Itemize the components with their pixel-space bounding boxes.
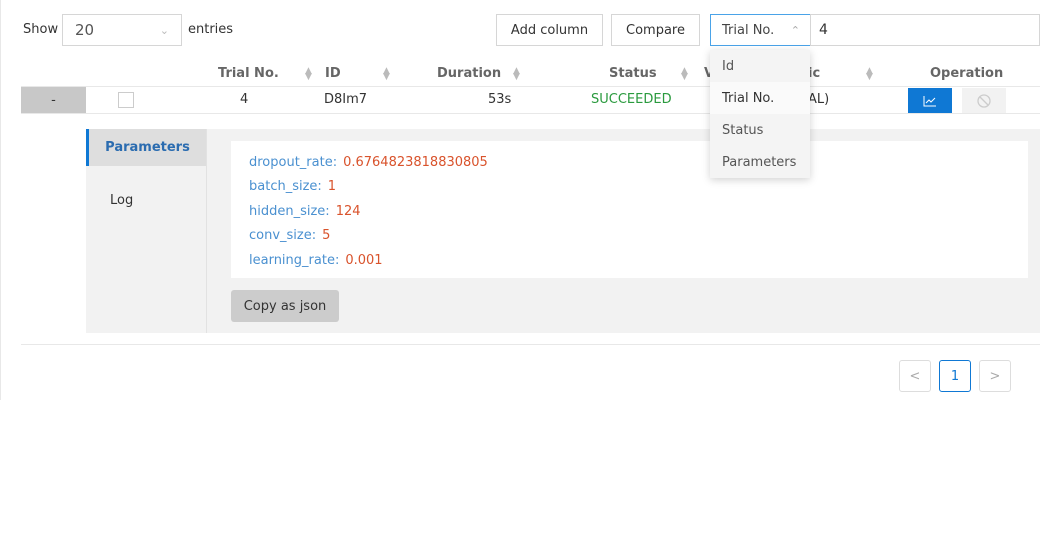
entries-label: entries xyxy=(188,22,234,37)
col-id[interactable]: ID xyxy=(325,66,341,81)
parameter-value: 0.6764823818830805 xyxy=(343,154,488,170)
parameter-value: 1 xyxy=(327,179,337,195)
parameter-row: learning_rate: 0.001 xyxy=(249,248,1028,273)
left-border xyxy=(0,0,1,400)
parameter-key: hidden_size: xyxy=(249,203,330,219)
menu-item-parameters[interactable]: Parameters xyxy=(710,146,810,178)
prev-page-button[interactable]: < xyxy=(899,360,931,392)
parameter-row: batch_size: 1 xyxy=(249,175,1028,200)
search-input-value: 4 xyxy=(819,22,828,38)
expand-toggle[interactable]: - xyxy=(21,87,86,113)
entries-value: 20 xyxy=(75,21,95,39)
sort-icon[interactable]: ▲ ▼ xyxy=(513,67,520,82)
sort-icon[interactable]: ▲ ▼ xyxy=(866,67,873,82)
search-field-menu: Id Trial No. Status Parameters xyxy=(710,50,810,178)
divider xyxy=(206,129,207,333)
parameter-key: dropout_rate: xyxy=(249,154,338,170)
add-column-button[interactable]: Add column xyxy=(496,14,603,46)
parameter-key: batch_size: xyxy=(249,179,322,195)
cell-trial-no: 4 xyxy=(240,92,249,107)
entries-select[interactable]: 20 ⌄ xyxy=(62,14,182,46)
kill-button[interactable] xyxy=(962,88,1006,113)
divider xyxy=(21,344,1040,345)
ban-icon xyxy=(977,93,991,108)
parameter-row: dropout_rate: 0.6764823818830805 xyxy=(249,150,1028,175)
show-label: Show xyxy=(23,22,59,37)
parameter-row: conv_size: 5 xyxy=(249,224,1028,249)
chevron-up-icon: ⌃ xyxy=(790,23,800,37)
page-1-button[interactable]: 1 xyxy=(939,360,971,392)
sort-icon[interactable]: ▲ ▼ xyxy=(305,67,312,82)
cell-duration: 53s xyxy=(488,92,512,107)
row-checkbox[interactable] xyxy=(118,92,134,108)
parameter-value: 5 xyxy=(322,228,331,244)
parameter-value: 124 xyxy=(335,203,361,219)
chart-button[interactable] xyxy=(908,88,952,113)
parameter-key: conv_size: xyxy=(249,228,317,244)
parameter-row: hidden_size: 124 xyxy=(249,199,1028,224)
parameters-list: dropout_rate: 0.6764823818830805 batch_siz… xyxy=(231,141,1028,278)
cell-status: SUCCEEDED xyxy=(591,92,672,107)
menu-item-trial-no[interactable]: Trial No. xyxy=(710,82,810,114)
sort-icon[interactable]: ▲ ▼ xyxy=(383,67,390,82)
col-operation: Operation xyxy=(930,66,1004,81)
cell-id: D8Im7 xyxy=(324,92,368,107)
menu-item-status[interactable]: Status xyxy=(710,114,810,146)
divider xyxy=(21,86,1040,87)
chevron-down-icon: ⌄ xyxy=(159,23,169,37)
col-status[interactable]: Status xyxy=(609,66,657,81)
search-field-select[interactable]: Trial No. ⌃ xyxy=(710,14,811,46)
compare-button[interactable]: Compare xyxy=(611,14,700,46)
search-input[interactable]: 4 xyxy=(810,14,1040,46)
copy-json-button[interactable]: Copy as json xyxy=(231,290,339,322)
tab-log[interactable]: Log xyxy=(110,193,133,208)
divider xyxy=(21,113,1040,114)
cell-metric: AL) xyxy=(808,92,830,107)
sort-icon[interactable]: ▲ ▼ xyxy=(681,67,688,82)
next-page-button[interactable]: > xyxy=(979,360,1011,392)
line-chart-icon xyxy=(923,95,936,106)
tab-parameters[interactable]: Parameters xyxy=(86,129,206,166)
parameter-value: 0.001 xyxy=(345,252,383,268)
col-duration[interactable]: Duration xyxy=(437,66,501,81)
menu-item-id[interactable]: Id xyxy=(710,50,810,82)
parameter-key: learning_rate: xyxy=(249,252,340,268)
search-field-value: Trial No. xyxy=(722,22,775,38)
col-trial-no[interactable]: Trial No. xyxy=(218,66,279,81)
